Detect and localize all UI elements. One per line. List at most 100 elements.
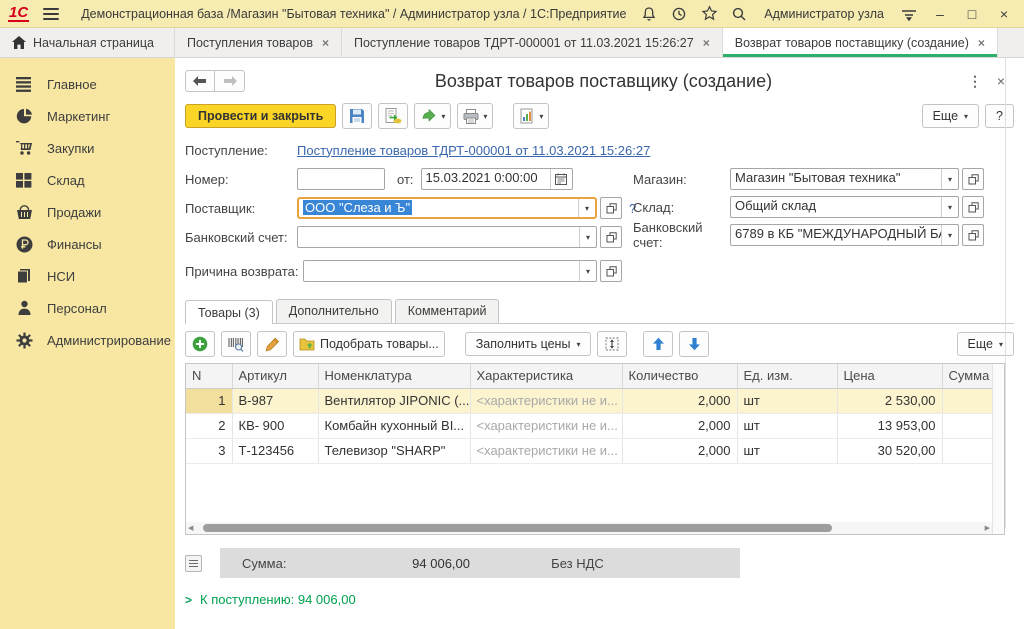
return-reason-field[interactable]: ▾ [303,260,597,282]
pick-goods-button[interactable]: Подобрать товары... [293,331,445,357]
sidebar-item-sklad[interactable]: Склад [0,164,175,196]
sidebar-item-administrirovanie[interactable]: Администрирование [0,324,175,356]
home-icon [12,36,26,49]
receipt-document-link[interactable]: Поступление товаров ТДРТ-000001 от 11.03… [297,143,650,158]
main-menu-icon[interactable] [43,8,59,20]
create-based-on-button[interactable]: ▾ [414,103,451,129]
minimize-button[interactable]: – [928,6,952,22]
catalog-icon [16,268,33,284]
post-document-button[interactable] [378,103,408,129]
vertical-scrollbar[interactable] [992,364,1004,534]
1c-logo: 1С [8,6,29,22]
date-field[interactable]: 15.03.2021 0:00:00 [421,168,573,190]
col-n[interactable]: N [186,364,232,388]
supplier-open-button[interactable] [600,197,622,219]
sidebar-item-glavnoe[interactable]: Главное [0,68,175,100]
sidebar-item-nsi[interactable]: НСИ [0,260,175,292]
store-open-button[interactable] [962,168,984,190]
document-fields: Поступление: Поступление товаров ТДРТ-00… [185,139,1014,297]
totals-settings-button[interactable] [185,555,202,572]
col-characteristic[interactable]: Характеристика [470,364,622,388]
search-icon[interactable] [728,3,750,25]
table-row[interactable]: 2 КВ- 900 Комбайн кухонный BI... <характ… [186,413,993,438]
nav-back-button[interactable] [185,70,215,92]
table-row[interactable]: 3 Т-123456 Телевизор "SHARP" <характерис… [186,438,993,463]
service-menu-icon[interactable] [898,3,920,25]
bank2-open-button[interactable] [962,224,984,246]
warehouse-open-button[interactable] [962,196,984,218]
expand-rows-button[interactable] [597,331,627,357]
number-field[interactable] [297,168,385,190]
history-icon[interactable] [668,3,690,25]
scrollbar-thumb[interactable] [203,524,832,532]
save-button[interactable] [342,103,372,129]
tab-close-icon[interactable]: × [322,36,329,50]
bank-account2-field[interactable]: 6789 в КБ "МЕЖДУНАРОДНЫЙ БАНК РА ▾ [730,224,959,246]
form-close-icon[interactable]: × [988,73,1014,89]
store-field[interactable]: Магазин "Бытовая техника" ▾ [730,168,959,190]
col-sku[interactable]: Артикул [232,364,318,388]
supplier-dropdown-icon[interactable]: ▾ [578,199,595,217]
maximize-button[interactable]: □ [960,6,984,22]
sidebar-item-marketing[interactable]: Маркетинг [0,100,175,132]
tab-goods-receipts-list[interactable]: Поступления товаров × [175,28,342,57]
tab-close-icon[interactable]: × [978,36,985,50]
tab-return-to-supplier[interactable]: Возврат товаров поставщику (создание) × [723,28,998,57]
sidebar-item-prodazhi[interactable]: Продажи [0,196,175,228]
move-row-up-button[interactable] [643,331,673,357]
tab-goods-receipt-doc[interactable]: Поступление товаров ТДРТ-000001 от 11.03… [342,28,723,57]
col-unit[interactable]: Ед. изм. [737,364,837,388]
close-window-button[interactable]: × [992,6,1016,22]
calendar-icon[interactable] [550,169,572,189]
col-quantity[interactable]: Количество [622,364,737,388]
tab-close-icon[interactable]: × [703,36,710,50]
warehouse-dropdown-icon[interactable]: ▾ [941,197,958,217]
pick-goods-label: Подобрать товары... [320,337,439,351]
totals-bar: Сумма: 94 006,00 Без НДС [220,548,740,578]
scroll-right-icon[interactable]: ▶ [983,524,992,532]
reports-button[interactable]: ▾ [513,103,549,129]
fill-prices-button[interactable]: Заполнить цены ▾ [465,332,592,356]
post-and-close-button[interactable]: Провести и закрыть [185,104,336,128]
table-row[interactable]: 1 В-987 Вентилятор JIPONIC (... <характе… [186,388,993,413]
window-title: Демонстрационная база /Магазин "Бытовая … [81,7,630,21]
add-row-button[interactable] [185,331,215,357]
sidebar-item-personal[interactable]: Персонал [0,292,175,324]
edit-row-button[interactable] [257,331,287,357]
bank-open-button[interactable] [600,226,622,248]
move-row-down-button[interactable] [679,331,709,357]
bank-dropdown-icon[interactable]: ▾ [579,227,596,247]
reason-dropdown-icon[interactable]: ▾ [579,261,596,281]
tab-home[interactable]: Начальная страница [0,28,175,57]
scroll-left-icon[interactable]: ◀ [186,524,195,532]
print-button[interactable]: ▾ [457,103,493,129]
dropdown-caret-icon: ▾ [483,112,487,121]
current-user[interactable]: Администратор узла [764,7,884,21]
horizontal-scrollbar[interactable]: ◀ ▶ [186,522,992,534]
col-sum[interactable]: Сумма [942,364,993,388]
tab-additional[interactable]: Дополнительно [276,299,392,323]
form-kebab-menu[interactable]: ⋮ [962,73,988,90]
warehouse-field[interactable]: Общий склад ▾ [730,196,959,218]
reason-open-button[interactable] [600,260,622,282]
help-button[interactable]: ? [985,104,1014,128]
notifications-bell-icon[interactable] [638,3,660,25]
col-price[interactable]: Цена [837,364,942,388]
tab-goods[interactable]: Товары (3) [185,300,273,324]
bank-account-field[interactable]: ▾ [297,226,597,248]
add-icon [192,336,208,352]
nav-forward-button[interactable] [215,70,245,92]
sidebar-item-finansy[interactable]: Финансы [0,228,175,260]
to-receipt-link[interactable]: > К поступлению: 94 006,00 [185,592,1014,607]
pie-chart-icon [16,108,33,125]
tab-comment[interactable]: Комментарий [395,299,500,323]
col-item[interactable]: Номенклатура [318,364,470,388]
sidebar-item-zakupki[interactable]: Закупки [0,132,175,164]
page-title: Возврат товаров поставщику (создание) [245,71,962,92]
favorites-star-icon[interactable] [698,3,720,25]
bank2-dropdown-icon[interactable]: ▾ [941,225,958,245]
more-actions-button[interactable]: Еще ▾ [922,104,979,128]
store-dropdown-icon[interactable]: ▾ [941,169,958,189]
barcode-scan-button[interactable] [221,331,251,357]
supplier-field[interactable]: ООО "Слеза и Ъ" ▾ [297,197,597,219]
